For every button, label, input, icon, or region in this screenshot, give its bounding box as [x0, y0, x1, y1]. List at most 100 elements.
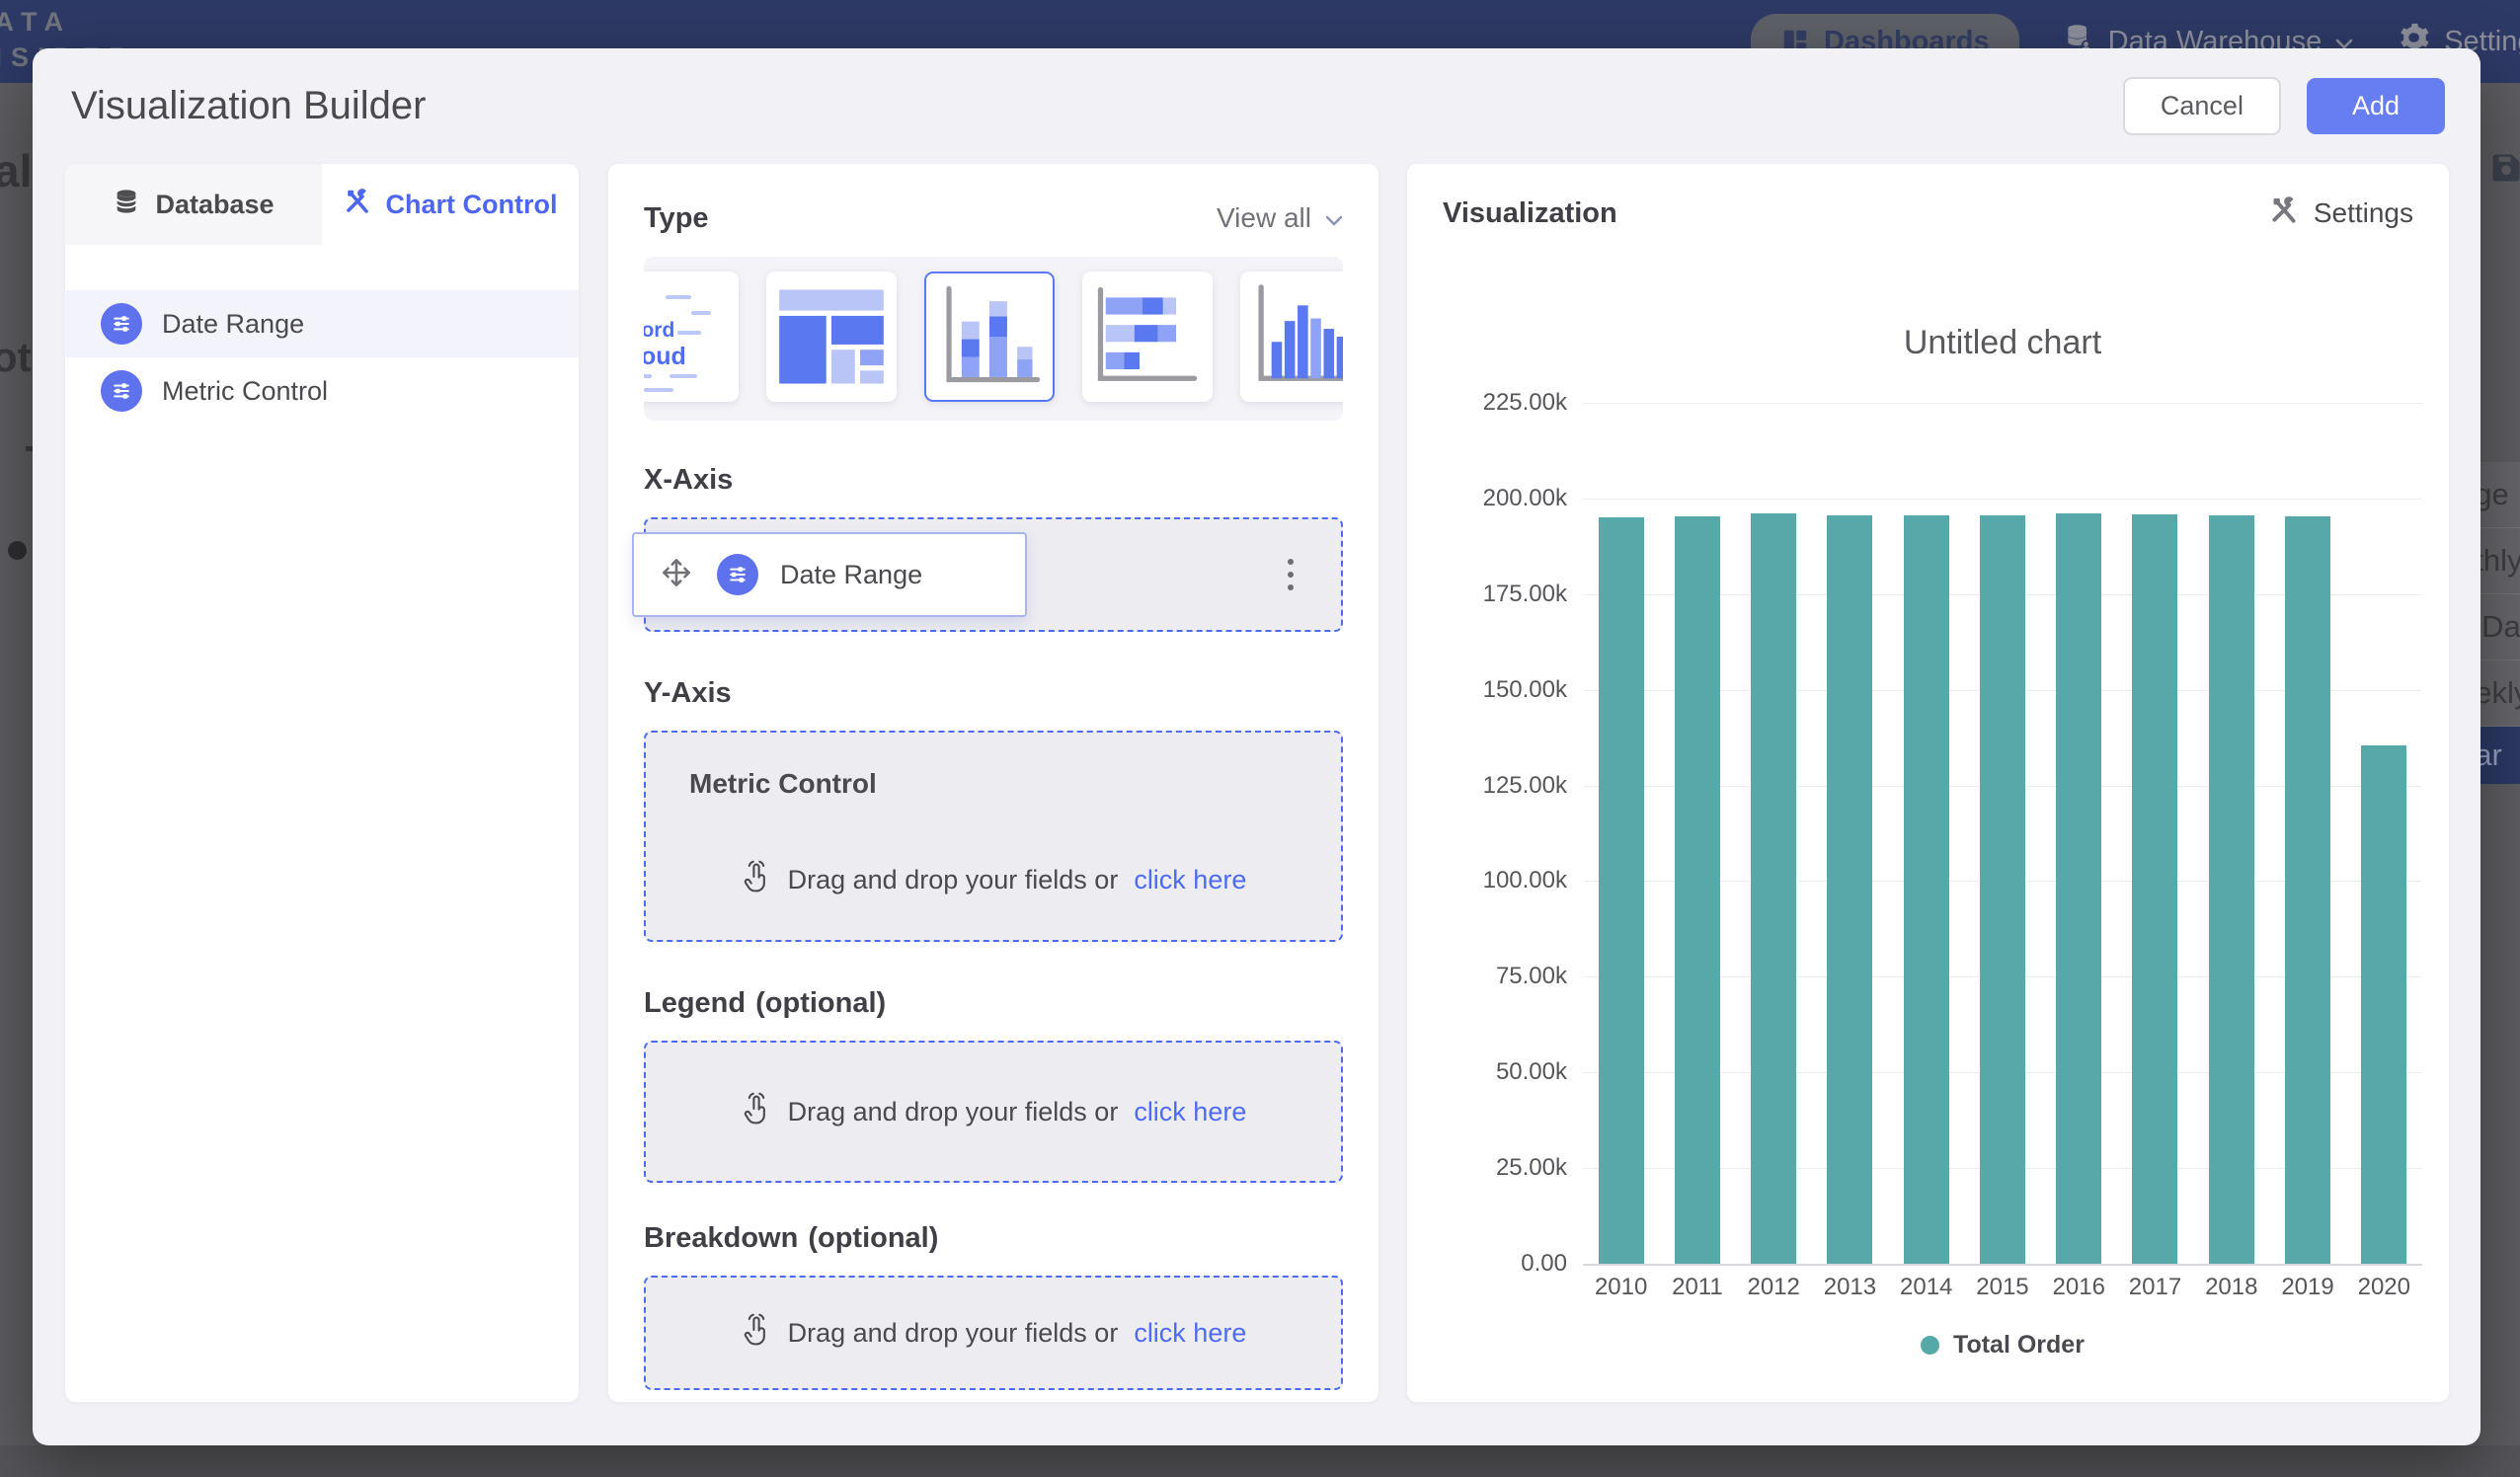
drop-hint-text: Drag and drop your fields or	[788, 865, 1119, 895]
background-bullet	[8, 541, 27, 560]
legend-label: Total Order	[1953, 1331, 2085, 1360]
click-here-link[interactable]: click here	[1134, 1318, 1246, 1349]
tab-chart-control[interactable]: Chart Control	[322, 164, 579, 245]
legend-optional-label: (optional)	[755, 987, 886, 1020]
page-title: Visualization Builder	[71, 84, 426, 128]
breakdown-dropzone[interactable]: Drag and drop your fields or click here	[644, 1276, 1343, 1390]
tools-icon	[2269, 195, 2299, 232]
word-cloud-decoration	[669, 374, 697, 378]
background-footer-strip	[0, 1445, 2520, 1477]
x-axis-section-label: X-Axis	[644, 464, 733, 497]
chart-type-stacked-column[interactable]	[924, 272, 1055, 402]
chart-preview: Untitled chart 225.00k200.00k175.00k150.…	[1443, 233, 2413, 1368]
background-text-fragment: al	[0, 144, 32, 197]
tap-icon	[741, 860, 772, 900]
word-cloud-word: Cloud	[644, 343, 686, 371]
x-tick-label: 2011	[1659, 1274, 1735, 1301]
click-here-link[interactable]: click here	[1134, 1097, 1246, 1127]
type-section-label: Type	[644, 202, 709, 235]
x-tick-label: 2014	[1888, 1274, 1964, 1301]
bar-2014[interactable]	[1904, 515, 1949, 1264]
breakdown-section-label: Breakdown	[644, 1222, 798, 1255]
chart-type-treemap[interactable]	[766, 272, 897, 402]
fields-panel: Database Chart Control Date Range	[65, 164, 579, 1402]
kebab-menu-icon[interactable]	[1282, 553, 1299, 596]
y-tick-label: 100.00k	[1483, 867, 1567, 894]
word-cloud-decoration	[677, 331, 701, 335]
bar-2010[interactable]	[1599, 517, 1644, 1265]
settings-label: Settings	[2314, 197, 2413, 229]
chart-type-column-histogram[interactable]	[1240, 272, 1343, 402]
sliders-icon	[101, 303, 142, 345]
word-cloud-word: Word	[644, 319, 674, 343]
chevron-down-icon	[1325, 202, 1343, 234]
legend-dropzone[interactable]: Drag and drop your fields or click here	[644, 1041, 1343, 1183]
click-here-link[interactable]: click here	[1134, 865, 1246, 895]
word-cloud-decoration	[644, 388, 673, 392]
y-tick-label: 25.00k	[1496, 1154, 1567, 1182]
x-axis-field-chip[interactable]: Date Range	[632, 532, 1027, 617]
x-tick-label: 2010	[1583, 1274, 1659, 1301]
word-cloud-decoration	[691, 311, 711, 315]
visualization-header: Visualization	[1443, 197, 1617, 230]
tab-database-label: Database	[155, 190, 274, 220]
drop-hint-text: Drag and drop your fields or	[788, 1318, 1119, 1349]
bar-series	[1583, 403, 2422, 1264]
visualization-panel: Visualization Settings Untitled chart 22…	[1407, 164, 2449, 1402]
legend-color-dot	[1921, 1336, 1939, 1355]
bar-2020[interactable]	[2361, 745, 2406, 1264]
y-tick-label: 150.00k	[1483, 676, 1567, 704]
chart-type-word-cloud[interactable]: Word Cloud	[644, 272, 739, 402]
treemap-icon	[766, 272, 897, 402]
chart-type-horizontal-stacked-bar[interactable]	[1082, 272, 1213, 402]
y-axis-dropzone[interactable]: Metric Control Drag and drop your fields…	[644, 731, 1343, 942]
x-axis-chip-label: Date Range	[780, 560, 922, 590]
x-tick-label: 2016	[2041, 1274, 2117, 1301]
save-icon	[2488, 148, 2520, 193]
gridline	[1583, 1264, 2422, 1266]
y-tick-label: 200.00k	[1483, 485, 1567, 512]
view-all-dropdown[interactable]: View all	[1217, 202, 1343, 234]
bar-2016[interactable]	[2056, 513, 2101, 1264]
y-tick-label: 0.00	[1521, 1250, 1567, 1278]
bar-2013[interactable]	[1827, 515, 1872, 1264]
breakdown-optional-label: (optional)	[808, 1222, 938, 1255]
modal-header: Visualization Builder Cancel Add	[33, 48, 2481, 164]
x-axis-labels: 2010201120122013201420152016201720182019…	[1583, 1274, 2422, 1301]
field-item-label: Date Range	[162, 309, 304, 340]
bar-2011[interactable]	[1675, 516, 1720, 1264]
bar-2018[interactable]	[2209, 515, 2254, 1264]
bar-2012[interactable]	[1751, 513, 1796, 1264]
field-item-metric-control[interactable]: Metric Control	[65, 357, 579, 425]
column-histogram-icon	[1240, 272, 1343, 402]
x-tick-label: 2013	[1812, 1274, 1888, 1301]
chart-type-gallery: Word Cloud	[644, 257, 1343, 421]
x-tick-label: 2015	[1964, 1274, 2040, 1301]
x-tick-label: 2018	[2193, 1274, 2269, 1301]
bar-2015[interactable]	[1980, 515, 2025, 1264]
database-icon	[113, 188, 140, 222]
x-tick-label: 2020	[2346, 1274, 2422, 1301]
bar-2019[interactable]	[2285, 516, 2330, 1264]
field-item-label: Metric Control	[162, 376, 328, 407]
stacked-column-icon	[926, 273, 1053, 400]
cancel-button[interactable]: Cancel	[2123, 77, 2281, 135]
move-icon[interactable]	[658, 554, 695, 596]
settings-button[interactable]: Settings	[2269, 195, 2413, 232]
add-button[interactable]: Add	[2307, 78, 2445, 134]
tools-icon	[344, 188, 371, 222]
field-item-date-range[interactable]: Date Range	[65, 290, 579, 357]
tab-chart-control-label: Chart Control	[386, 190, 558, 220]
builder-panel: Type View all Word Cloud	[608, 164, 1378, 1402]
y-tick-label: 225.00k	[1483, 389, 1567, 417]
sliders-icon	[717, 554, 758, 595]
field-list: Date Range Metric Control	[65, 290, 579, 425]
x-tick-label: 2017	[2117, 1274, 2193, 1301]
tab-database[interactable]: Database	[65, 164, 322, 245]
legend-item-total-order[interactable]: Total Order	[1583, 1331, 2422, 1360]
y-tick-label: 175.00k	[1483, 581, 1567, 608]
x-axis-dropzone[interactable]: Date Range Date Range	[644, 517, 1343, 632]
bar-2017[interactable]	[2132, 514, 2177, 1264]
legend-section-label: Legend	[644, 987, 746, 1020]
logo-line-1: DATA	[0, 4, 137, 39]
